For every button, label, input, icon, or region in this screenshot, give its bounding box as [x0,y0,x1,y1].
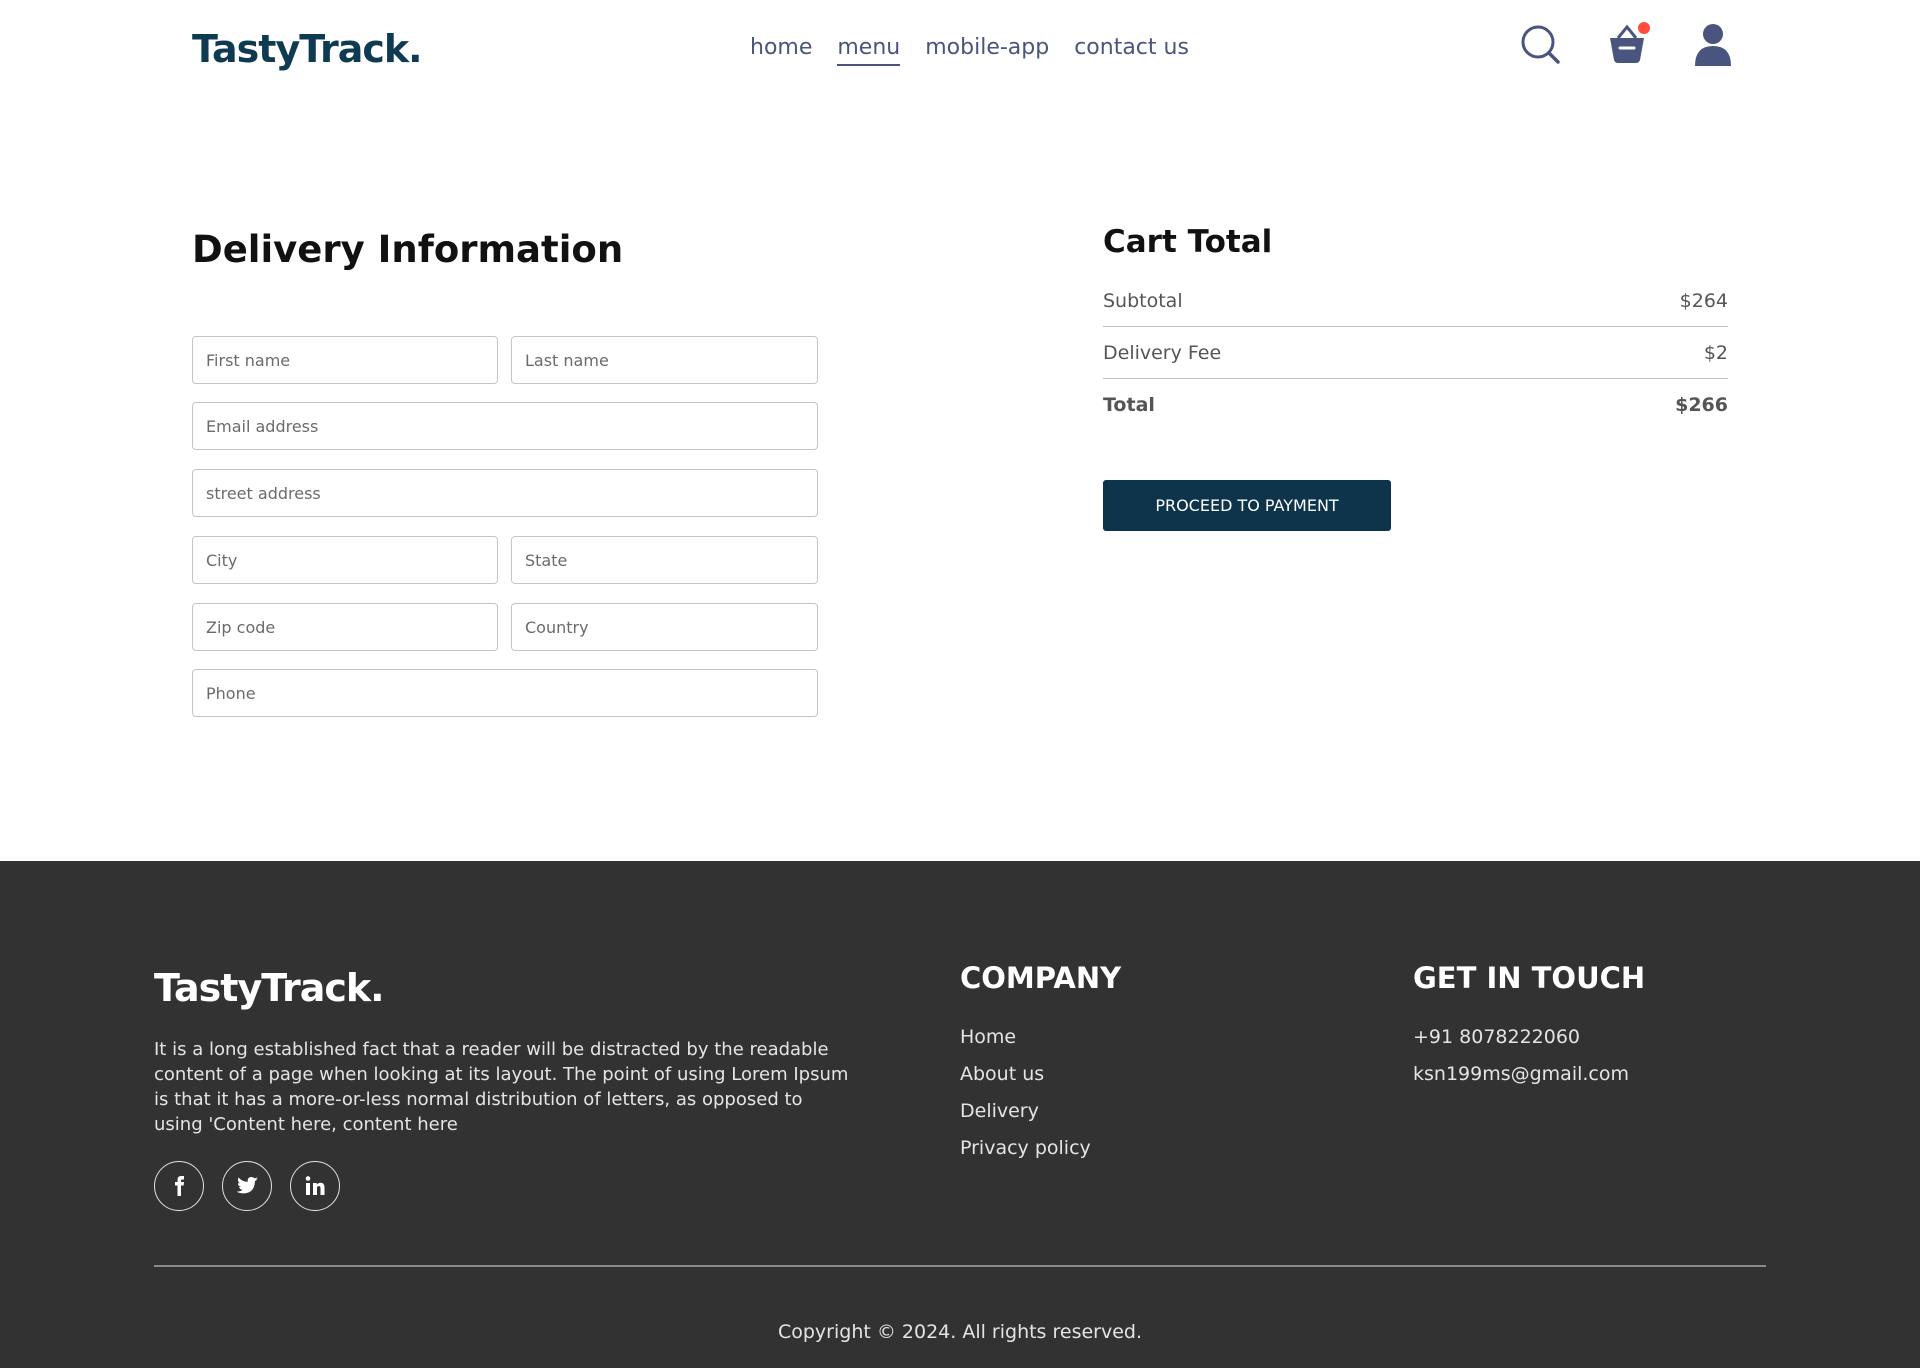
proceed-to-payment-button[interactable]: PROCEED TO PAYMENT [1103,480,1391,531]
nav-item-menu[interactable]: menu [837,35,901,66]
divider [1103,326,1728,327]
social-links [154,1161,340,1211]
profile-icon[interactable] [1692,22,1734,66]
footer-description: It is a long established fact that a rea… [154,1039,849,1135]
contact-phone: +91 8078222060 [1413,1026,1581,1048]
nav-actions [1520,22,1734,66]
footer-logo: TastyTrack. [154,966,385,1010]
facebook-icon[interactable] [154,1161,204,1211]
navbar: TastyTrack. home menu mobile-app contact… [0,0,1920,100]
company-heading: COMPANY [960,961,1122,995]
footer: TastyTrack. It is a long established fac… [0,861,1920,1368]
basket-badge [1638,22,1650,34]
subtotal-row: Subtotal $264 [1103,290,1728,312]
delivery-fee-value: $2 [1703,342,1728,364]
last-name-input[interactable] [511,336,818,384]
street-input[interactable] [192,469,818,517]
footer-link-privacy-policy[interactable]: Privacy policy [960,1136,1091,1160]
logo[interactable]: TastyTrack. [192,27,423,71]
nav-menu: home menu mobile-app contact us [750,35,1189,66]
nav-item-mobile-app[interactable]: mobile-app [925,35,1049,66]
zip-input[interactable] [192,603,498,651]
footer-divider [154,1265,1766,1267]
copyright: Copyright © 2024. All rights reserved. [777,1321,1143,1343]
contact-email: ksn199ms@gmail.com [1413,1063,1630,1085]
divider [1103,378,1728,379]
company-links: Home About us Delivery Privacy policy [960,1025,1091,1173]
delivery-fee-row: Delivery Fee $2 [1103,342,1728,364]
twitter-icon[interactable] [222,1161,272,1211]
footer-link-delivery[interactable]: Delivery [960,1099,1091,1123]
footer-link-about-us[interactable]: About us [960,1062,1091,1086]
footer-link-home[interactable]: Home [960,1025,1091,1049]
total-row: Total $266 [1103,394,1728,416]
subtotal-value: $264 [1679,290,1728,312]
basket-icon[interactable] [1606,22,1650,66]
email-input[interactable] [192,402,818,450]
cart-title: Cart Total [1103,224,1273,260]
total-label: Total [1103,394,1155,416]
first-name-input[interactable] [192,336,498,384]
search-icon[interactable] [1520,22,1562,66]
subtotal-label: Subtotal [1103,290,1183,312]
state-input[interactable] [511,536,818,584]
delivery-title: Delivery Information [192,228,624,271]
delivery-fee-label: Delivery Fee [1103,342,1222,364]
contact-list: +91 8078222060 ksn199ms@gmail.com [1413,1025,1629,1099]
contact-heading: GET IN TOUCH [1413,961,1646,995]
country-input[interactable] [511,603,818,651]
linkedin-icon[interactable] [290,1161,340,1211]
nav-item-contact-us[interactable]: contact us [1074,35,1189,66]
nav-item-home[interactable]: home [750,35,812,66]
total-value: $266 [1675,394,1728,416]
city-input[interactable] [192,536,498,584]
phone-input[interactable] [192,669,818,717]
